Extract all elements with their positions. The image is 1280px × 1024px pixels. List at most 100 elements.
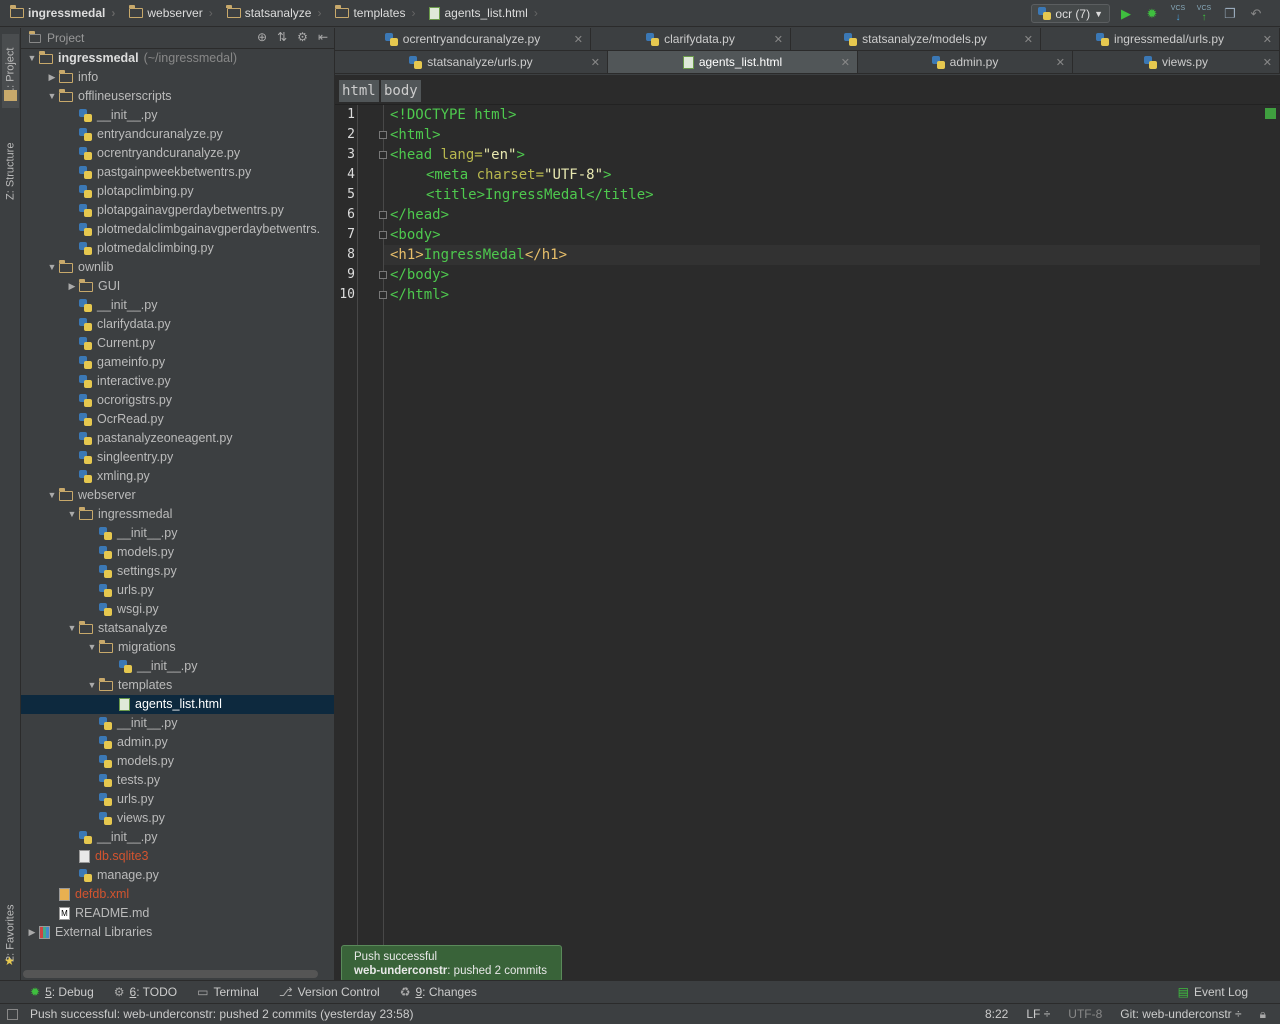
tree-item[interactable]: models.py [21, 752, 334, 771]
nav-crumb-4[interactable]: agents_list.html › [419, 0, 541, 27]
editor-tab[interactable]: clarifydata.py ✕ [591, 28, 791, 50]
tree-item[interactable]: plotapclimbing.py [21, 182, 334, 201]
tree-item[interactable]: M README.md [21, 904, 334, 923]
nav-crumb-1[interactable]: webserver › [119, 0, 216, 27]
tree-item[interactable]: ▼ migrations [21, 638, 334, 657]
expand-arrow-icon[interactable]: ▼ [65, 505, 79, 524]
tree-item[interactable]: ▶ External Libraries [21, 923, 334, 942]
expand-arrow-icon[interactable]: ▼ [45, 486, 59, 505]
breadcrumb-html[interactable]: html [339, 80, 379, 102]
tree-item[interactable]: db.sqlite3 [21, 847, 334, 866]
expand-arrow-icon[interactable]: ▼ [85, 676, 99, 695]
tree-item[interactable]: manage.py [21, 866, 334, 885]
tree-item[interactable]: admin.py [21, 733, 334, 752]
vcs-branch[interactable]: Git: web-underconstr ÷ [1120, 1007, 1241, 1021]
tree-item[interactable]: __init__.py [21, 657, 334, 676]
collapse-icon[interactable]: ⇅ [277, 30, 287, 44]
tree-item[interactable]: clarifydata.py [21, 315, 334, 334]
editor-tab[interactable]: ingressmedal/urls.py ✕ [1041, 28, 1280, 50]
fold-marker-icon[interactable] [379, 151, 387, 159]
debug-icon[interactable]: ✹ [1142, 4, 1162, 24]
push-notification[interactable]: Push successful web-underconstr: pushed … [341, 945, 562, 982]
compare-icon[interactable]: ❐ [1220, 4, 1240, 24]
nav-crumb-0[interactable]: ingressmedal › [0, 0, 119, 27]
todo-tool-tab[interactable]: ⚙ 6: TODO [104, 981, 187, 1004]
hide-panel-icon[interactable]: ⇤ [318, 30, 328, 44]
vcs-commit-icon[interactable]: VCS ↑ [1194, 4, 1214, 24]
lock-icon[interactable]: 🔒︎ [1260, 1007, 1266, 1022]
fold-marker-icon[interactable] [379, 291, 387, 299]
tree-item[interactable]: ▼ ingressmedal [21, 505, 334, 524]
tree-item[interactable]: wsgi.py [21, 600, 334, 619]
fold-marker-icon[interactable] [379, 231, 387, 239]
tree-item[interactable]: entryandcuranalyze.py [21, 125, 334, 144]
expand-arrow-icon[interactable]: ▼ [65, 619, 79, 638]
close-icon[interactable]: ✕ [1024, 33, 1033, 46]
tree-item[interactable]: ▼ offlineuserscripts [21, 87, 334, 106]
expand-arrow-icon[interactable]: ▼ [45, 87, 59, 106]
tree-item[interactable]: settings.py [21, 562, 334, 581]
editor-tab[interactable]: statsanalyze/models.py ✕ [791, 28, 1041, 50]
debug-tool-tab[interactable]: ✹ 5: Debug [20, 981, 104, 1004]
editor-tab[interactable]: admin.py ✕ [858, 51, 1073, 73]
collapse-arrow-icon[interactable]: ▶ [25, 923, 39, 942]
close-icon[interactable]: ✕ [1263, 33, 1272, 46]
vcs-update-icon[interactable]: VCS ↓ [1168, 4, 1188, 24]
editor-tab[interactable]: views.py ✕ [1073, 51, 1280, 73]
gear-icon[interactable]: ⚙ [297, 30, 308, 44]
vertical-scrollbar[interactable] [1260, 105, 1280, 980]
fold-marker-icon[interactable] [379, 271, 387, 279]
tree-item[interactable]: pastanalyzeoneagent.py [21, 429, 334, 448]
panel-toggle-icon[interactable] [7, 1008, 18, 1020]
tree-item[interactable]: __init__.py [21, 296, 334, 315]
expand-arrow-icon[interactable]: ▼ [85, 638, 99, 657]
revert-icon[interactable]: ↶ [1246, 4, 1266, 24]
tree-item[interactable]: Current.py [21, 334, 334, 353]
tree-item[interactable]: ▶ GUI [21, 277, 334, 296]
collapse-arrow-icon[interactable]: ▶ [65, 277, 79, 296]
tree-item[interactable]: views.py [21, 809, 334, 828]
tree-item[interactable]: ocrentryandcuranalyze.py [21, 144, 334, 163]
caret-position[interactable]: 8:22 [985, 1007, 1008, 1021]
nav-crumb-2[interactable]: statsanalyze › [217, 0, 326, 27]
tree-item[interactable]: __init__.py [21, 828, 334, 847]
run-icon[interactable]: ▶ [1116, 4, 1136, 24]
fold-marker-icon[interactable] [379, 131, 387, 139]
tree-item[interactable]: ▼ templates [21, 676, 334, 695]
close-icon[interactable]: ✕ [1056, 56, 1065, 69]
tree-item[interactable]: urls.py [21, 790, 334, 809]
version-control-tool-tab[interactable]: ⎇ Version Control [269, 981, 390, 1004]
editor-tab[interactable]: agents_list.html ✕ [608, 51, 858, 73]
horizontal-scrollbar[interactable] [23, 970, 318, 978]
tree-item[interactable]: singleentry.py [21, 448, 334, 467]
tree-item[interactable]: plotmedalclimbgainavgperdaybetwentrs. [21, 220, 334, 239]
event-log-tab[interactable]: ▤ Event Log [1168, 981, 1258, 1004]
tree-item[interactable]: __init__.py [21, 524, 334, 543]
terminal-tool-tab[interactable]: ▭ Terminal [187, 981, 269, 1004]
tree-item[interactable]: agents_list.html [21, 695, 334, 714]
tree-item[interactable]: urls.py [21, 581, 334, 600]
close-icon[interactable]: ✕ [774, 33, 783, 46]
editor-tab[interactable]: ocrentryandcuranalyze.py ✕ [335, 28, 591, 50]
file-encoding[interactable]: UTF-8 [1068, 1007, 1102, 1021]
tree-item[interactable]: ocrorigstrs.py [21, 391, 334, 410]
tree-item[interactable]: ▼ ownlib [21, 258, 334, 277]
tree-item[interactable]: ▼ ingressmedal (~/ingressmedal) [21, 49, 334, 68]
code-editor[interactable]: 1 2 3 4 5 6 7 8 9 10 <!DOCTYPE html> <html> <head… [335, 105, 1280, 980]
fold-marker-icon[interactable] [379, 211, 387, 219]
tree-item[interactable]: models.py [21, 543, 334, 562]
tree-item[interactable]: tests.py [21, 771, 334, 790]
tree-item[interactable]: plotmedalclimbing.py [21, 239, 334, 258]
tree-item[interactable]: defdb.xml [21, 885, 334, 904]
tree-item[interactable]: OcrRead.py [21, 410, 334, 429]
tree-item[interactable]: ▼ webserver [21, 486, 334, 505]
tree-item[interactable]: __init__.py [21, 106, 334, 125]
tree-item[interactable]: gameinfo.py [21, 353, 334, 372]
close-icon[interactable]: ✕ [591, 56, 600, 69]
locate-icon[interactable]: ⊕ [257, 30, 267, 44]
close-icon[interactable]: ✕ [1263, 56, 1272, 69]
line-separator[interactable]: LF ÷ [1026, 1007, 1050, 1021]
tree-item[interactable]: interactive.py [21, 372, 334, 391]
close-icon[interactable]: ✕ [574, 33, 583, 46]
tree-item[interactable]: __init__.py [21, 714, 334, 733]
